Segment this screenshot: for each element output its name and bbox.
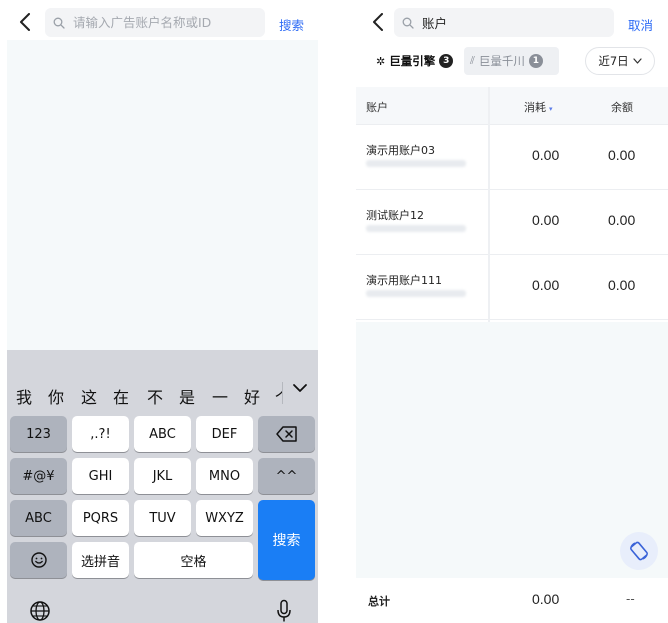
- balance-value: 0.00: [608, 277, 636, 293]
- tab-label: 巨量引擎: [389, 54, 436, 68]
- column-header-account: 账户: [366, 101, 388, 114]
- pinyin-keyboard: 我 你 这 在 不 是 一 好 个 123 ,.?! ABC DEF #@¥ G…: [7, 350, 318, 623]
- key-emoticon[interactable]: ^^: [258, 458, 315, 494]
- search-results-screen-right: 取消 ✲ 巨量引擎 3 ⫽ 巨量千川 1 近7日 账户 消耗▾ 余额 演示用账户…: [356, 0, 668, 623]
- backspace-icon: [275, 426, 297, 442]
- key-123[interactable]: 123: [10, 416, 67, 452]
- key-abc[interactable]: ABC: [134, 416, 191, 452]
- rotate-screen-button[interactable]: [620, 532, 658, 570]
- globe-icon[interactable]: [29, 600, 51, 622]
- keyboard-search-key[interactable]: 搜索: [258, 500, 315, 580]
- search-results-area: [7, 40, 318, 350]
- table-empty-area: [356, 322, 668, 578]
- spend-value: 0.00: [532, 147, 560, 163]
- tab-juliang-qianchuan[interactable]: ⫽ 巨量千川 1: [464, 47, 559, 75]
- key-abc-mode[interactable]: ABC: [10, 500, 67, 536]
- back-button[interactable]: [14, 9, 36, 35]
- key-wxyz[interactable]: WXYZ: [196, 500, 253, 536]
- chevron-down-icon: [633, 58, 642, 64]
- search-button[interactable]: 搜索: [279, 15, 304, 34]
- balance-value: 0.00: [608, 147, 636, 163]
- account-id-blurred: [366, 290, 466, 297]
- candidate-bar: 我 你 这 在 不 是 一 好 个: [7, 372, 318, 410]
- table-total-row: 总计 0.00 --: [356, 578, 668, 623]
- tab-count-badge: 3: [439, 54, 454, 68]
- search-header: 取消: [356, 0, 668, 44]
- key-symbols[interactable]: #@¥: [10, 458, 67, 494]
- table-row[interactable]: 演示用账户03 0.00 0.00: [356, 125, 668, 190]
- qianchuan-logo-icon: ⫽: [470, 54, 475, 67]
- candidate-word[interactable]: 你: [48, 384, 64, 408]
- tab-count-badge: 1: [528, 54, 543, 68]
- column-header-balance: 余额: [611, 101, 633, 114]
- microphone-icon[interactable]: [276, 599, 292, 623]
- total-spend-value: 0.00: [532, 591, 560, 607]
- search-bar[interactable]: [45, 8, 265, 37]
- period-label: 近7日: [598, 54, 629, 68]
- cancel-button[interactable]: 取消: [628, 15, 653, 34]
- candidate-word[interactable]: 不: [147, 384, 163, 408]
- search-input[interactable]: [73, 15, 263, 30]
- tab-label: 巨量千川: [478, 54, 525, 68]
- table-row[interactable]: 演示用账户111 0.00 0.00: [356, 255, 668, 320]
- search-bar[interactable]: [394, 8, 614, 37]
- account-name: 演示用账户03: [366, 144, 435, 157]
- column-header-label: 消耗: [524, 101, 546, 114]
- balance-value: 0.00: [608, 212, 636, 228]
- total-label: 总计: [368, 595, 390, 608]
- space-key[interactable]: 空格: [134, 542, 253, 578]
- table-row[interactable]: 测试账户12 0.00 0.00: [356, 190, 668, 255]
- account-table: 账户 消耗 ▾ 余额 演示用账户03 0.00 0.00 测试账户12 0.00 …: [356, 87, 668, 322]
- emoji-icon: [30, 552, 47, 568]
- spend-value: 0.00: [532, 212, 560, 228]
- engine-logo-icon: ✲: [376, 54, 386, 68]
- column-header-spend[interactable]: 消耗 ▾: [524, 99, 553, 115]
- chevron-down-icon[interactable]: [292, 380, 308, 396]
- key-select-pinyin[interactable]: 选拼音: [72, 542, 129, 578]
- key-pqrs[interactable]: PQRS: [72, 500, 129, 536]
- sort-desc-icon: ▾: [549, 105, 553, 113]
- rotate-screen-icon: [630, 541, 648, 561]
- key-tuv[interactable]: TUV: [134, 500, 191, 536]
- account-id-blurred: [366, 160, 466, 167]
- key-mno[interactable]: MNO: [196, 458, 253, 494]
- candidate-word[interactable]: 是: [179, 384, 195, 408]
- candidate-word[interactable]: 这: [81, 384, 97, 408]
- candidate-word[interactable]: 我: [16, 384, 32, 408]
- candidate-word[interactable]: 一: [212, 384, 228, 408]
- search-icon: [53, 17, 65, 29]
- delete-key[interactable]: [258, 416, 315, 452]
- tab-juliang-engine[interactable]: ✲ 巨量引擎 3: [370, 47, 464, 75]
- candidate-divider: [282, 382, 283, 404]
- key-jkl[interactable]: JKL: [134, 458, 191, 494]
- total-balance-value: --: [626, 592, 635, 606]
- account-name: 演示用账户111: [366, 274, 442, 287]
- candidate-word[interactable]: 个: [275, 384, 282, 408]
- chevron-left-icon: [373, 13, 383, 31]
- account-name: 测试账户12: [366, 209, 424, 222]
- search-screen-left: 搜索 我 你 这 在 不 是 一 好 个 123 ,.?! ABC DEF #@…: [0, 0, 319, 623]
- back-button[interactable]: [367, 9, 389, 35]
- search-input[interactable]: [422, 15, 612, 30]
- search-icon: [402, 17, 414, 29]
- column-divider: [488, 87, 490, 322]
- key-ghi[interactable]: GHI: [72, 458, 129, 494]
- spend-value: 0.00: [532, 277, 560, 293]
- candidate-word[interactable]: 在: [113, 384, 129, 408]
- table-header: 账户 消耗 ▾ 余额: [356, 87, 668, 125]
- period-dropdown[interactable]: 近7日: [585, 47, 655, 75]
- key-def[interactable]: DEF: [196, 416, 253, 452]
- search-header: 搜索: [0, 0, 319, 44]
- emoji-key[interactable]: [10, 542, 67, 578]
- candidate-word[interactable]: 好: [244, 384, 260, 408]
- key-punctuation[interactable]: ,.?!: [72, 416, 129, 452]
- chevron-left-icon: [20, 13, 30, 31]
- account-id-blurred: [366, 225, 466, 232]
